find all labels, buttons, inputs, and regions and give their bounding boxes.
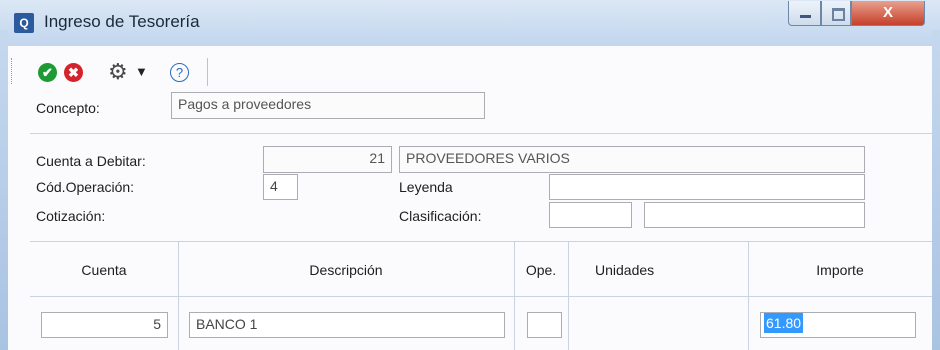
toolbar: ✔ ✖ ⚙ ▼ ? bbox=[8, 54, 208, 88]
app-icon: Q bbox=[14, 13, 34, 33]
title-bar[interactable]: Q Ingreso de Tesorería X bbox=[0, 0, 940, 46]
window-frame-left bbox=[0, 30, 8, 350]
gear-icon[interactable]: ⚙ bbox=[108, 58, 128, 86]
cuenta-debitar-name-field[interactable]: PROVEEDORES VARIOS bbox=[399, 146, 865, 173]
toolbar-divider bbox=[207, 58, 208, 86]
column-header-unidades[interactable]: Unidades bbox=[568, 244, 748, 296]
x-circle-icon[interactable]: ✖ bbox=[64, 63, 83, 82]
maximize-icon bbox=[832, 8, 845, 21]
form-content: ✔ ✖ ⚙ ▼ ? Concepto: Pagos a proveedores … bbox=[8, 46, 932, 350]
chevron-down-icon[interactable]: ▼ bbox=[135, 62, 148, 82]
column-header-descripcion[interactable]: Descripción bbox=[178, 244, 514, 296]
window-title: Ingreso de Tesorería bbox=[44, 12, 200, 31]
clasificacion-label: Clasificación: bbox=[399, 208, 482, 224]
row-descripcion-field[interactable]: BANCO 1 bbox=[189, 312, 505, 338]
leyenda-label: Leyenda bbox=[399, 179, 453, 195]
minimize-icon bbox=[800, 15, 811, 18]
column-header-ope[interactable]: Ope. bbox=[514, 244, 568, 296]
cod-operacion-field[interactable]: 4 bbox=[263, 174, 298, 200]
cod-operacion-label: Cód.Operación: bbox=[36, 179, 135, 195]
section-divider bbox=[30, 133, 932, 134]
concepto-label: Concepto: bbox=[36, 100, 100, 116]
cuenta-debitar-label: Cuenta a Debitar: bbox=[36, 153, 146, 169]
cotizacion-label: Cotización: bbox=[36, 208, 106, 224]
column-header-cuenta[interactable]: Cuenta bbox=[30, 244, 178, 296]
cuenta-debitar-code-field[interactable]: 21 bbox=[263, 146, 392, 173]
concepto-field[interactable]: Pagos a proveedores bbox=[171, 92, 485, 119]
grid-top-divider bbox=[30, 241, 932, 242]
check-circle-icon[interactable]: ✔ bbox=[38, 63, 57, 82]
grid-header-divider bbox=[30, 296, 932, 297]
maximize-button[interactable] bbox=[821, 1, 851, 26]
close-button[interactable]: X bbox=[851, 1, 925, 26]
leyenda-field[interactable] bbox=[549, 174, 865, 200]
column-header-importe[interactable]: Importe bbox=[748, 244, 932, 296]
close-icon: X bbox=[882, 4, 893, 21]
importe-selected-text: 61.80 bbox=[764, 313, 804, 333]
grid-header: Cuenta Descripción Ope. Unidades Importe bbox=[30, 244, 932, 296]
row-cuenta-field[interactable]: 5 bbox=[41, 312, 168, 338]
row-ope-field[interactable] bbox=[527, 312, 562, 338]
row-importe-field[interactable]: 61.80 bbox=[760, 312, 916, 338]
clasificacion-field-2[interactable] bbox=[644, 202, 865, 228]
treasury-window: Q Ingreso de Tesorería X ✔ ✖ ⚙ ▼ ? Conce… bbox=[0, 0, 940, 350]
toolbar-grip[interactable] bbox=[11, 58, 14, 84]
minimize-button[interactable] bbox=[788, 1, 821, 26]
window-frame-right bbox=[932, 30, 940, 350]
help-circle-icon[interactable]: ? bbox=[170, 63, 189, 82]
clasificacion-field-1[interactable] bbox=[549, 202, 632, 228]
